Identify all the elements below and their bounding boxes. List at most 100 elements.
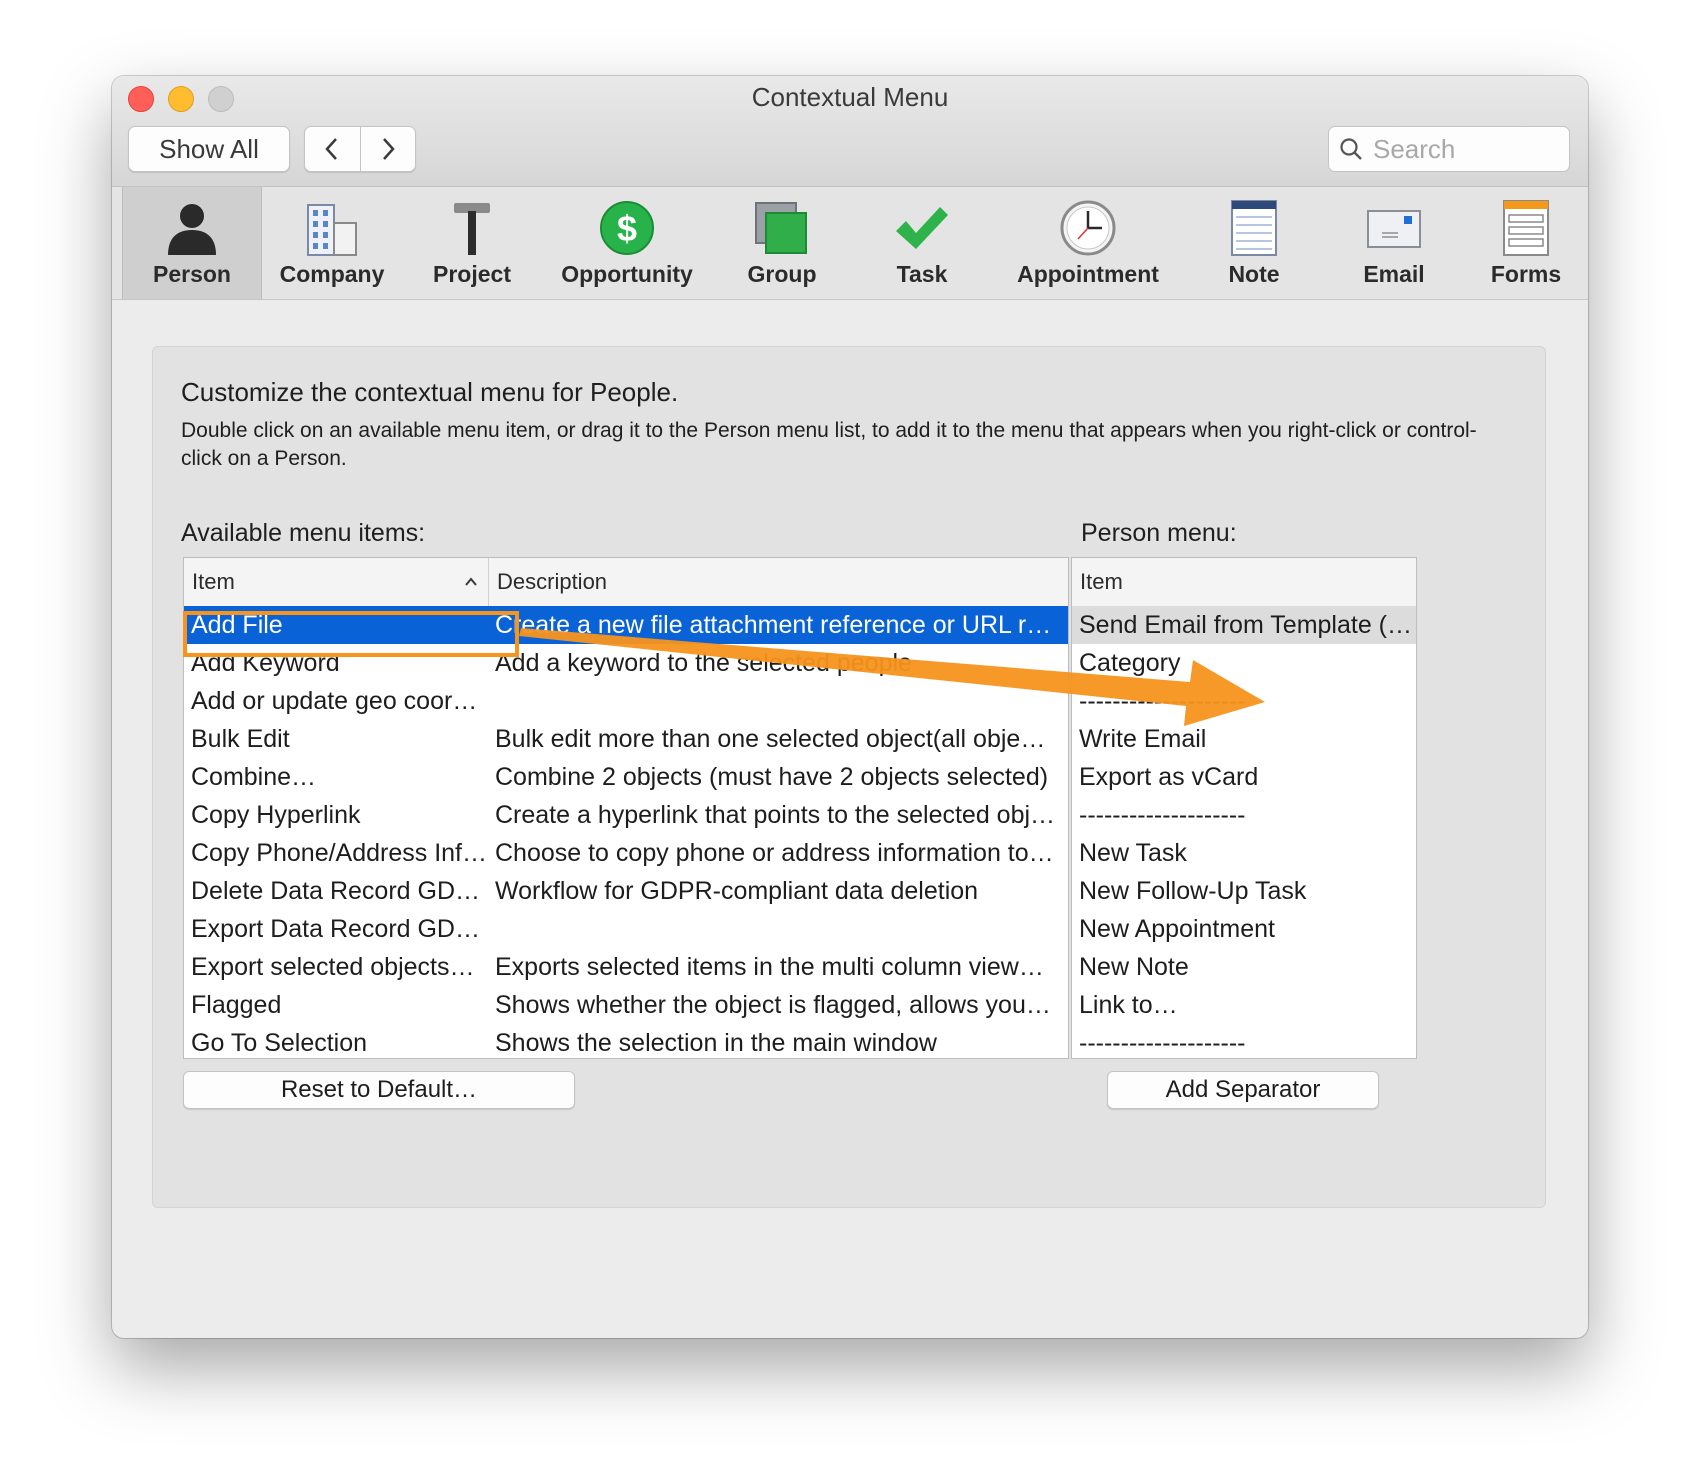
table-row[interactable]: Copy Phone/Address Inf… Choose to copy ph… <box>184 834 1068 872</box>
dollar-icon: $ <box>597 199 657 257</box>
list-item[interactable]: Category <box>1072 644 1416 682</box>
list-item[interactable]: New Appointment <box>1072 910 1416 948</box>
column-header-label: Item <box>1080 569 1123 594</box>
description-cell <box>488 910 1068 948</box>
description-cell <box>488 682 1068 720</box>
description-cell: Bulk edit more than one selected object(… <box>495 725 1046 753</box>
table-row[interactable]: Add Keyword Add a keyword to the selected… <box>184 644 1068 682</box>
toolbar-item-forms[interactable]: Forms <box>1464 187 1588 299</box>
table-row[interactable]: Export selected objects… Exports selected… <box>184 948 1068 986</box>
note-icon <box>1224 199 1284 257</box>
forms-icon <box>1496 199 1556 257</box>
toolbar-item-task[interactable]: Task <box>852 187 992 299</box>
search-input[interactable] <box>1371 132 1555 166</box>
table-row[interactable]: Add or update geo coor… <box>184 682 1068 720</box>
list-item[interactable]: -------------------- <box>1072 796 1416 834</box>
list-item[interactable]: New Task <box>1072 834 1416 872</box>
item-cell: Export selected objects… <box>191 953 475 981</box>
back-button[interactable] <box>305 127 360 171</box>
chevron-left-icon <box>325 138 338 160</box>
list-item[interactable]: -------------------- <box>1072 682 1416 720</box>
item-cell: -------------------- <box>1079 687 1246 715</box>
description-cell: Add a keyword to the selected people <box>495 649 912 677</box>
description-cell: Shows whether the object is flagged, all… <box>495 991 1051 1019</box>
description-cell: Create a new file attachment reference o… <box>495 611 1052 639</box>
list-item[interactable]: Link to… <box>1072 986 1416 1024</box>
column-header-label: Description <box>497 569 608 594</box>
toolbar-label: Note <box>1228 261 1280 287</box>
toolbar-item-project[interactable]: Project <box>402 187 542 299</box>
table-row[interactable]: Combine… Combine 2 objects (must have 2 o… <box>184 758 1068 796</box>
item-cell: Export as vCard <box>1079 763 1259 791</box>
available-items-label: Available menu items: <box>181 519 426 547</box>
toolbar-item-company[interactable]: Company <box>262 187 402 299</box>
panel-description: Double click on an available menu item, … <box>181 419 1477 470</box>
item-cell: Export Data Record GD… <box>191 915 480 943</box>
toolbar-label: Email <box>1363 261 1425 287</box>
add-separator-button[interactable]: Add Separator <box>1107 1071 1379 1109</box>
toolbar-item-note[interactable]: Note <box>1184 187 1324 299</box>
item-cell: Flagged <box>191 991 282 1019</box>
column-header-description[interactable]: Description <box>488 558 1068 606</box>
table-row[interactable]: Bulk Edit Bulk edit more than one selecte… <box>184 720 1068 758</box>
clock-icon <box>1058 199 1118 257</box>
description-cell: Exports selected items in the multi colu… <box>495 953 1044 981</box>
list-item[interactable]: New Follow-Up Task <box>1072 872 1416 910</box>
toolbar-label: Company <box>279 261 385 287</box>
item-cell: New Note <box>1079 953 1189 981</box>
group-squares-icon <box>752 199 812 257</box>
toolbar-item-group[interactable]: Group <box>712 187 852 299</box>
table-row[interactable]: Export Data Record GD… <box>184 910 1068 948</box>
navigation-buttons <box>304 126 416 172</box>
reset-to-default-button[interactable]: Reset to Default… <box>183 1071 575 1109</box>
table-row[interactable]: Copy Hyperlink Create a hyperlink that po… <box>184 796 1068 834</box>
item-cell: Copy Phone/Address Inf… <box>191 839 487 867</box>
show-all-button[interactable]: Show All <box>128 126 290 172</box>
column-header-item[interactable]: Item <box>184 558 488 606</box>
item-cell: New Follow-Up Task <box>1079 877 1307 905</box>
list-item[interactable]: Export as vCard <box>1072 758 1416 796</box>
list-item[interactable]: Send Email from Template (… <box>1072 606 1416 644</box>
table-header: Item Description <box>184 558 1068 607</box>
toolbar-item-person[interactable]: Person <box>122 187 262 299</box>
description-cell: Create a hyperlink that points to the se… <box>495 801 1056 829</box>
description-cell: Workflow for GDPR-compliant data deletio… <box>495 877 979 905</box>
list-item[interactable]: New Note <box>1072 948 1416 986</box>
forward-button[interactable] <box>359 127 416 171</box>
panel-heading: Customize the contextual menu for People… <box>181 377 679 407</box>
window-title: Contextual Menu <box>751 82 949 112</box>
toolbar-label: Opportunity <box>561 261 693 287</box>
item-cell: Send Email from Template (… <box>1079 611 1412 639</box>
company-building-icon <box>302 199 362 257</box>
person-menu-label: Person menu: <box>1081 519 1237 547</box>
item-cell: Write Email <box>1079 725 1207 753</box>
search-icon <box>1340 138 1362 160</box>
toolbar-item-opportunity[interactable]: $ Opportunity <box>542 187 712 299</box>
table-header: Item <box>1072 558 1416 607</box>
item-cell: Bulk Edit <box>191 725 290 753</box>
toolbar-label: Person <box>153 261 231 287</box>
title-bar: Contextual Menu Show All <box>112 76 1588 187</box>
toolbar-item-appointment[interactable]: Appointment <box>992 187 1184 299</box>
search-field[interactable] <box>1328 126 1570 172</box>
available-items-table[interactable]: Item Description Add File Create a new fi… <box>183 557 1069 1059</box>
table-row[interactable]: Add File Create a new file attachment ref… <box>184 606 1068 644</box>
chevron-right-icon <box>382 138 395 160</box>
list-item[interactable]: -------------------- <box>1072 1024 1416 1058</box>
envelope-icon <box>1364 199 1424 257</box>
toolbar-item-email[interactable]: Email <box>1324 187 1464 299</box>
description-cell: Choose to copy phone or address informat… <box>495 839 1054 867</box>
item-cell: Add Keyword <box>191 649 340 677</box>
toolbar-label: Forms <box>1490 261 1562 287</box>
checkmark-icon <box>892 199 952 257</box>
toolbar-label: Group <box>747 261 817 287</box>
description-cell: Combine 2 objects (must have 2 objects s… <box>495 763 1049 791</box>
table-row[interactable]: Flagged Shows whether the object is flagg… <box>184 986 1068 1024</box>
person-menu-table[interactable]: Item Send Email from Template (… Category… <box>1071 557 1417 1059</box>
item-cell: Add or update geo coor… <box>191 687 478 715</box>
column-header-item[interactable]: Item <box>1072 558 1416 606</box>
item-cell: New Task <box>1079 839 1187 867</box>
list-item[interactable]: Write Email <box>1072 720 1416 758</box>
table-row[interactable]: Delete Data Record GD… Workflow for GDPR-… <box>184 872 1068 910</box>
table-row[interactable]: Go To Selection Shows the selection in th… <box>184 1024 1068 1058</box>
